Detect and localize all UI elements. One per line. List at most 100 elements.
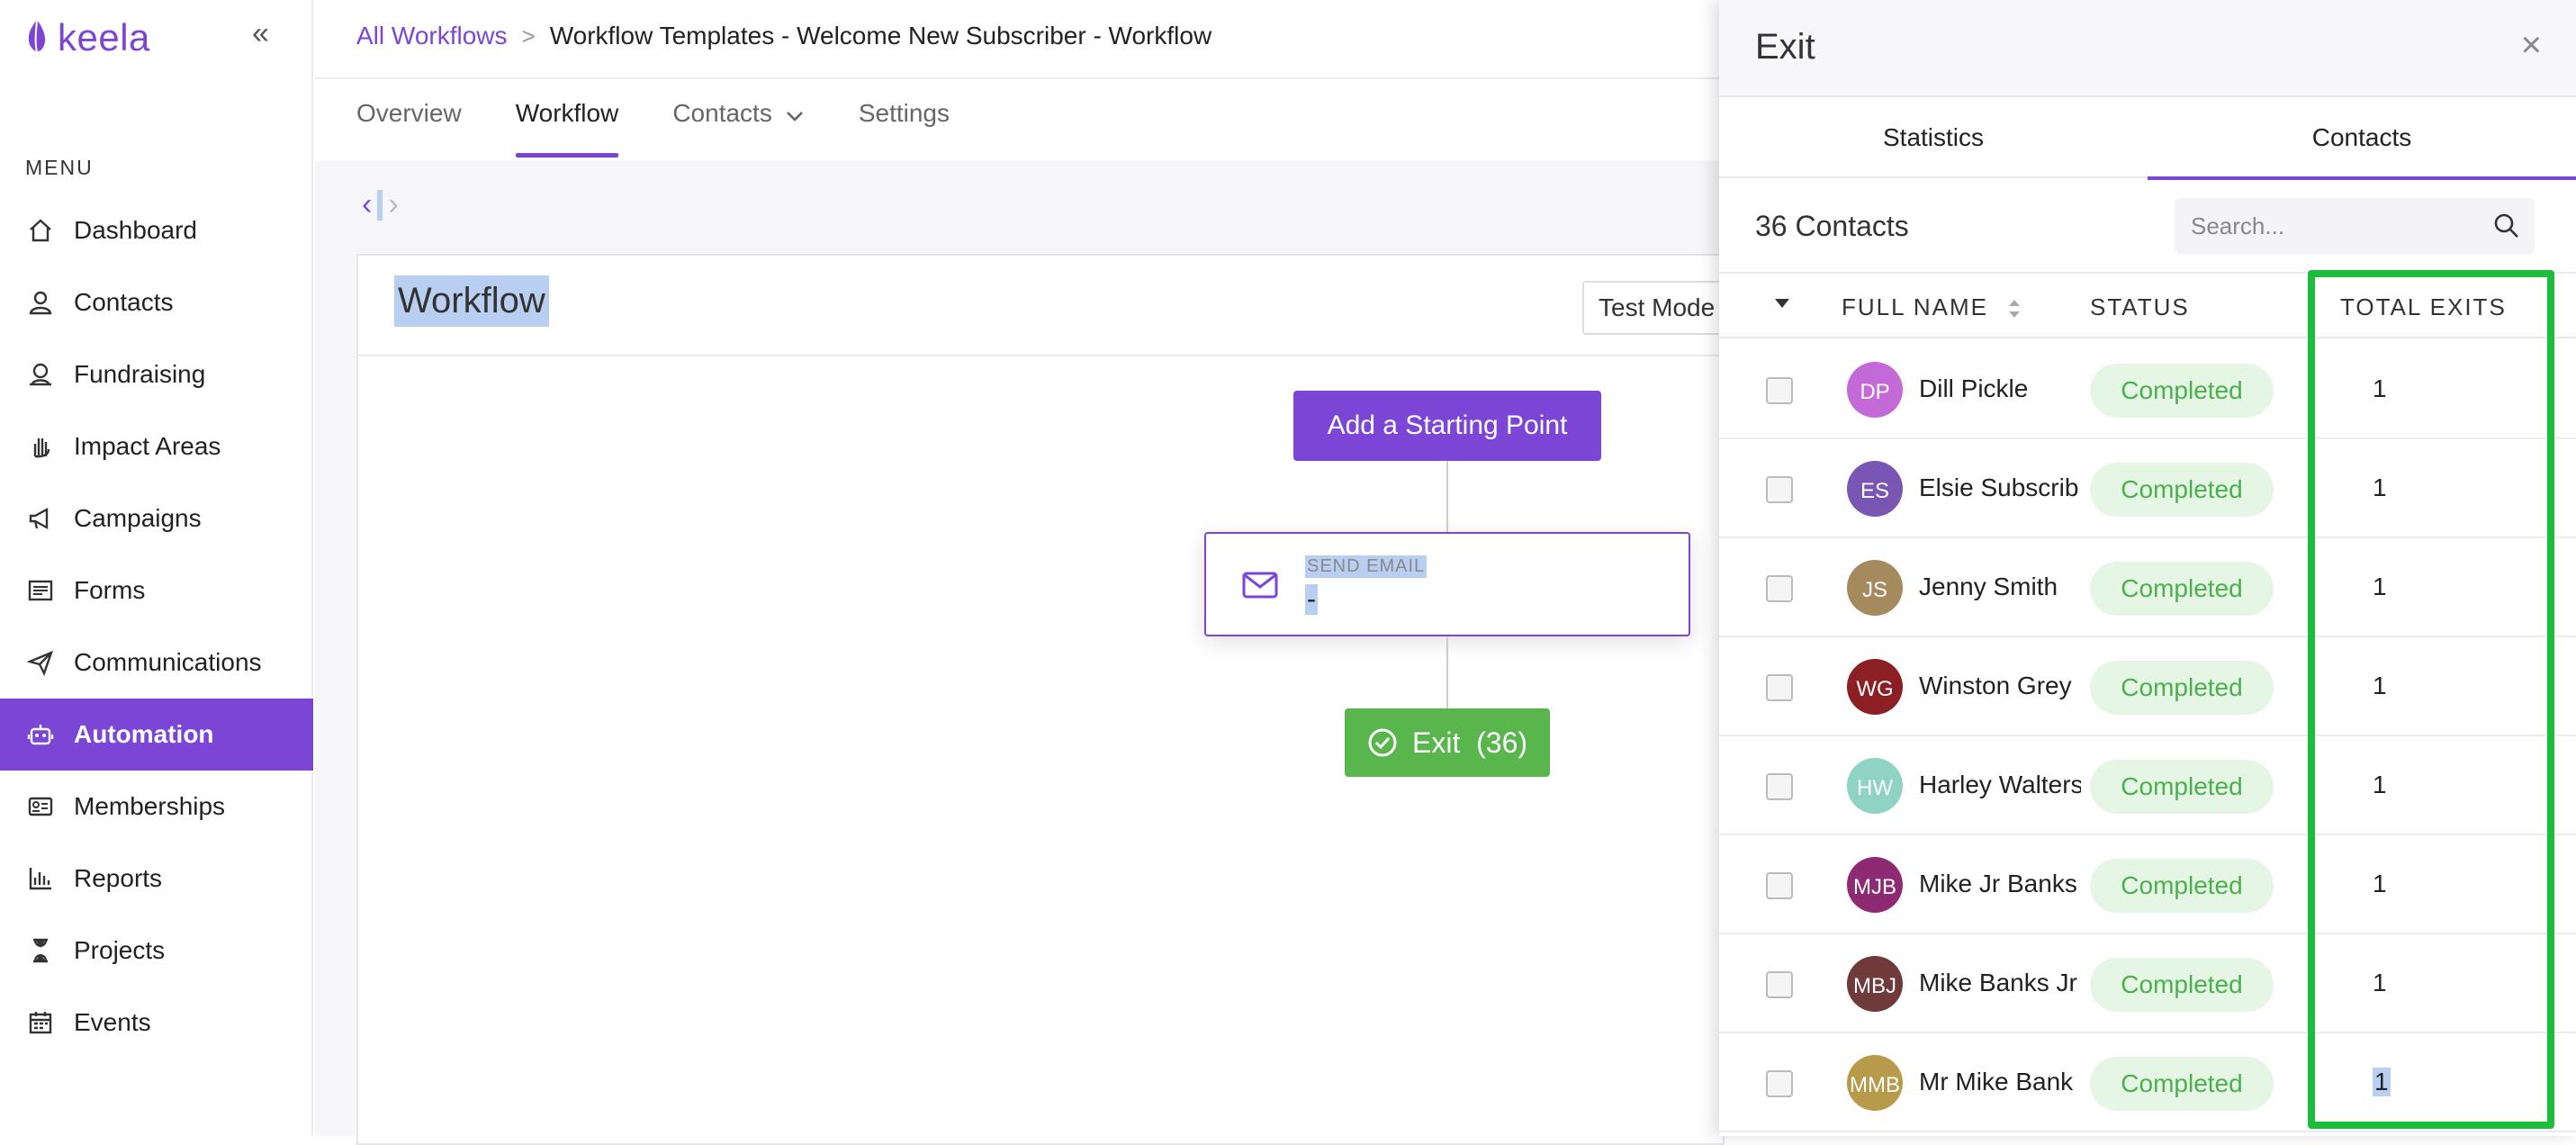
add-starting-point-button[interactable]: Add a Starting Point [1293,391,1601,461]
sidebar-item-label: Forms [74,576,146,604]
contact-name[interactable]: Dill Pickle [1919,374,2081,403]
search-icon[interactable] [2493,212,2520,239]
sidebar-item-label: Dashboard [74,216,197,244]
column-full-name[interactable]: FULL NAME [1842,293,2022,321]
donation-icon [25,359,56,390]
sidebar-item-forms[interactable]: Forms [0,554,313,627]
tab-panel-contacts[interactable]: Contacts [2148,97,2576,180]
send-email-node[interactable]: SEND EMAIL - [1204,532,1690,636]
sidebar-item-campaigns[interactable]: Campaigns [0,482,313,554]
collapse-sidebar-button[interactable]: « [252,16,269,51]
contact-name[interactable]: Harley Walters [1919,771,2081,799]
sidebar-item-automation[interactable]: Automation [0,699,313,771]
sidebar-item-label: Reports [74,864,163,892]
tab-workflow[interactable]: Workflow [515,99,618,160]
tab-label: Settings [858,99,950,127]
tab-statistics[interactable]: Statistics [1719,97,2148,178]
workflow-tabs: Overview Workflow Contacts Settings [356,99,1004,160]
row-checkbox[interactable] [1766,377,1793,404]
panel-header: Exit × [1719,0,2576,97]
sidebar-item-label: Impact Areas [74,432,221,460]
keela-leaf-icon [28,19,46,57]
robot-icon [25,719,56,750]
forward-arrow-icon[interactable]: › [388,187,398,222]
back-arrow-icon[interactable]: ‹ [362,187,372,222]
workflow-card: Workflow Test Mode [356,254,1762,1145]
column-total-exits: TOTAL EXITS [2340,293,2507,320]
avatar: HW [1847,758,1903,814]
contact-name[interactable]: Jenny Smith [1919,572,2081,601]
sidebar-item-communications[interactable]: Communications [0,627,313,699]
breadcrumb-all-workflows[interactable]: All Workflows [356,22,508,50]
row-checkbox[interactable] [1766,1070,1793,1097]
sidebar-item-label: Campaigns [74,504,202,532]
table-row[interactable]: ES Elsie Subscrib Completed 1 [1719,439,2576,538]
search-input[interactable] [2175,198,2535,254]
status-badge: Completed [2090,661,2274,715]
avatar: WG [1847,659,1903,715]
table-row[interactable]: WG Winston Grey Completed 1 [1719,637,2576,736]
status-badge: Completed [2090,364,2274,418]
total-exits-value: 1 [2373,572,2387,600]
contact-name[interactable]: Mr Mike Bank [1919,1068,2081,1096]
sidebar-item-label: Memberships [74,792,226,820]
sidebar-item-impact-areas[interactable]: Impact Areas [0,410,313,482]
contact-name[interactable]: Mike Jr Banks [1919,870,2081,898]
tab-contacts[interactable]: Contacts [672,99,805,160]
sidebar-item-projects[interactable]: Projects [0,915,313,987]
brand-name: keela [58,16,150,59]
bar-chart-icon [25,863,56,894]
cursor-highlight [377,189,383,221]
sidebar-item-dashboard[interactable]: Dashboard [0,194,313,266]
node-value: - [1305,584,1318,615]
column-label: FULL NAME [1842,293,1988,320]
tab-overview[interactable]: Overview [356,99,462,160]
sidebar-item-reports[interactable]: Reports [0,843,313,915]
status-badge: Completed [2090,562,2274,616]
sidebar-item-contacts[interactable]: Contacts [0,266,313,338]
row-checkbox[interactable] [1766,575,1793,602]
paper-plane-icon [25,647,56,678]
exit-node-button[interactable]: Exit (36) [1345,708,1550,777]
row-checkbox[interactable] [1766,674,1793,701]
sidebar-item-label: Projects [74,936,166,964]
megaphone-icon [25,503,56,534]
contact-name[interactable]: Mike Banks Jr [1919,969,2081,997]
total-exits-value: 1 [2373,672,2387,699]
table-row[interactable]: MBJ Mike Banks Jr Completed 1 [1719,934,2576,1033]
table-row[interactable]: DP Dill Pickle Completed 1 [1719,340,2576,439]
table-row[interactable]: MMB Mr Mike Bank Completed 1 [1719,1033,2576,1132]
contact-name[interactable]: Winston Grey [1919,672,2081,700]
panel-title: Exit [1755,27,1815,67]
status-badge: Completed [2090,463,2274,517]
contacts-count: 36 Contacts [1755,210,1909,242]
row-checkbox[interactable] [1766,872,1793,899]
avatar: MBJ [1847,956,1903,1012]
form-icon [25,575,56,606]
tab-settings[interactable]: Settings [859,99,950,160]
menu-heading: MENU [25,156,94,179]
sidebar-item-fundraising[interactable]: Fundraising [0,338,313,410]
status-badge: Completed [2090,1057,2274,1111]
sidebar-item-label: Contacts [74,288,174,316]
table-row[interactable]: HW Harley Walters Completed 1 [1719,736,2576,835]
sidebar-item-memberships[interactable]: Memberships [0,771,313,843]
sort-icon[interactable] [2007,297,2022,320]
select-dropdown-icon[interactable] [1775,299,1789,308]
row-checkbox[interactable] [1766,971,1793,998]
exit-details-panel: Exit × Statistics Contacts 36 Contacts F… [1719,0,2576,1136]
contact-name[interactable]: Elsie Subscrib [1919,473,2081,502]
close-icon[interactable]: × [2521,25,2542,66]
check-circle-icon [1368,728,1397,757]
sidebar-item-events[interactable]: Events [0,987,313,1059]
tab-label: Contacts [672,99,772,127]
row-checkbox[interactable] [1766,773,1793,800]
status-badge: Completed [2090,859,2274,913]
keela-logo[interactable]: keela [23,13,150,63]
total-exits-value: 1 [2373,771,2387,798]
table-row[interactable]: MJB Mike Jr Banks Completed 1 [1719,835,2576,934]
breadcrumb-separator-icon: > [521,22,536,50]
table-row[interactable]: JS Jenny Smith Completed 1 [1719,538,2576,637]
avatar: MJB [1847,857,1903,913]
row-checkbox[interactable] [1766,476,1793,503]
